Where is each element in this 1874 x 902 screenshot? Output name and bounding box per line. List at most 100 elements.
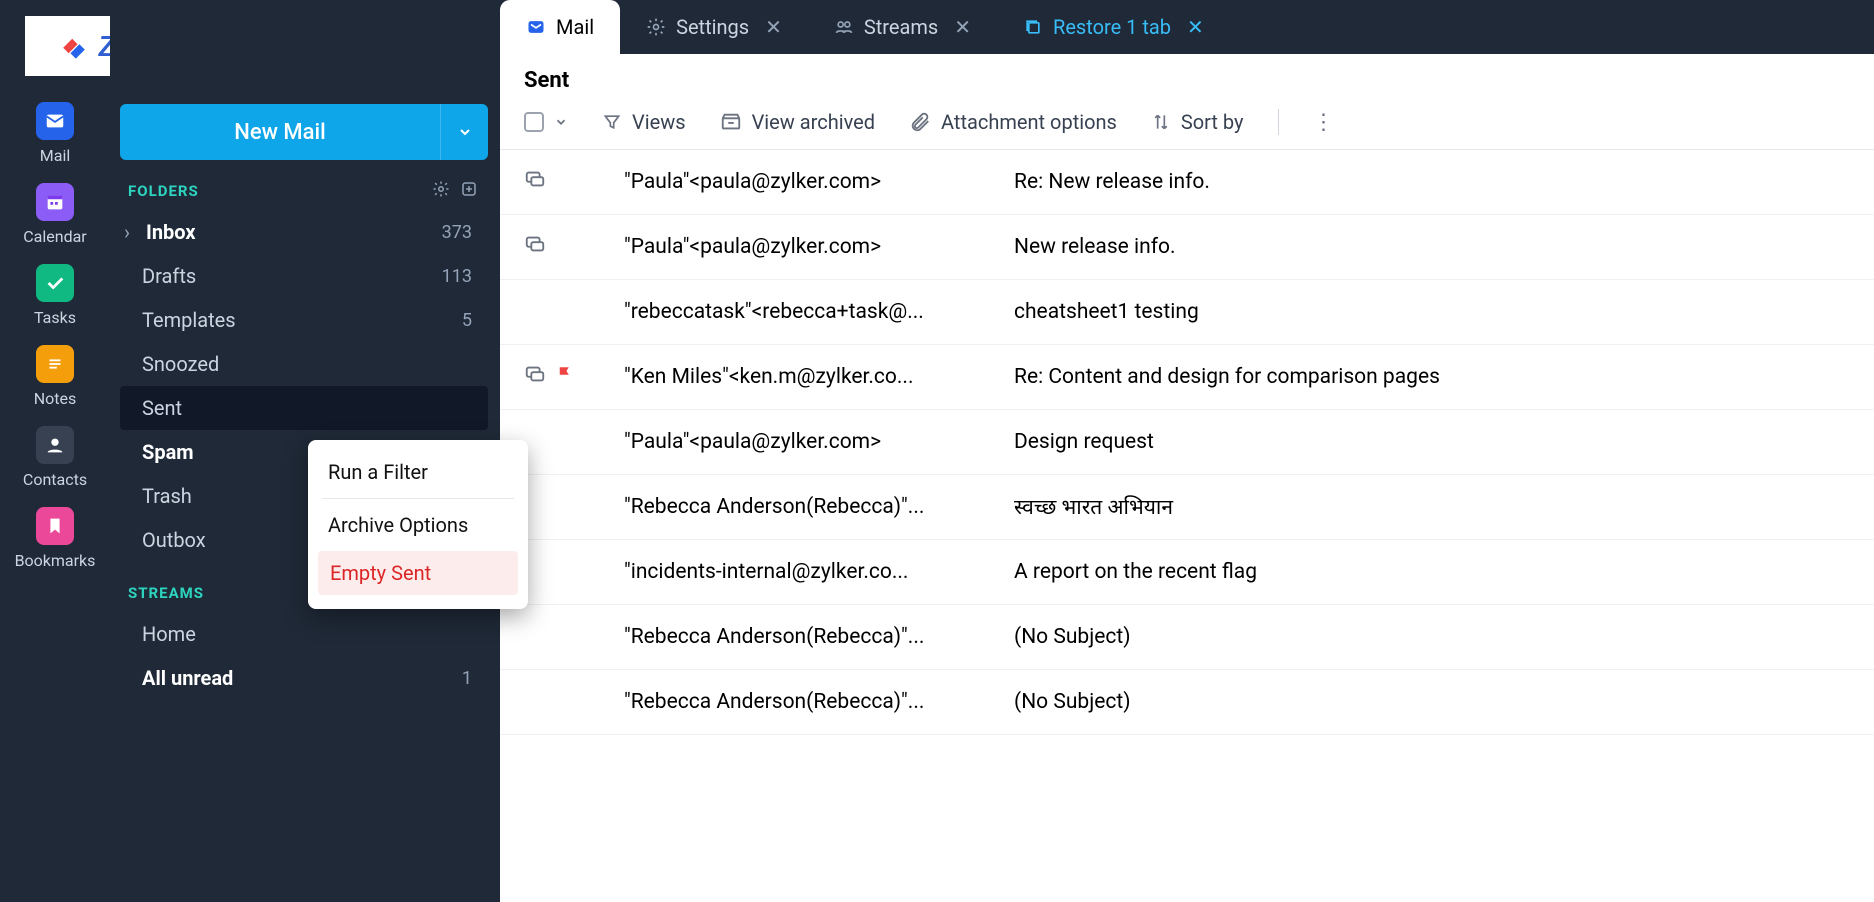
- rail-bookmarks[interactable]: Bookmarks: [15, 507, 96, 570]
- folder-count: 1: [462, 668, 472, 689]
- folder-item-sent[interactable]: Sent: [120, 386, 488, 430]
- contacts-icon: [36, 426, 74, 464]
- rail-tasks[interactable]: Tasks: [34, 264, 76, 327]
- streams-icon: [834, 17, 854, 37]
- sort-by-label: Sort by: [1181, 110, 1244, 134]
- mail-from: "Paula"<paula@zylker.com>: [624, 430, 1014, 454]
- sort-by-button[interactable]: Sort by: [1151, 110, 1244, 134]
- tab-streams-label: Streams: [864, 15, 938, 39]
- mail-row[interactable]: "Rebecca Anderson(Rebecca)"...(No Subjec…: [500, 670, 1874, 735]
- mail-subject: Design request: [1014, 430, 1874, 454]
- select-all[interactable]: [524, 112, 568, 132]
- mail-tab-icon: [526, 17, 546, 37]
- folder-item-all-unread[interactable]: All unread 1: [120, 656, 488, 700]
- chevron-right-icon: ›: [124, 220, 142, 244]
- conversation-icon: [524, 233, 546, 261]
- mail-from: "rebeccatask"<rebecca+task@...: [624, 300, 1014, 324]
- rail-tasks-label: Tasks: [34, 308, 76, 327]
- rail-mail[interactable]: Mail: [36, 102, 74, 165]
- view-archived-label: View archived: [752, 110, 875, 134]
- attachment-icon: [909, 111, 931, 133]
- tab-restore[interactable]: Restore 1 tab ✕: [997, 0, 1230, 54]
- folder-name: Drafts: [142, 264, 196, 288]
- row-icons: [524, 363, 624, 391]
- page-title: Sent: [500, 54, 1874, 99]
- streams-title: STREAMS: [128, 584, 204, 602]
- stream-list: Home All unread 1: [120, 612, 488, 700]
- mail-row[interactable]: "Rebecca Anderson(Rebecca)"...स्वच्छ भार…: [500, 475, 1874, 540]
- ctx-run-filter[interactable]: Run a Filter: [308, 450, 528, 494]
- folder-item-drafts[interactable]: Drafts 113: [120, 254, 488, 298]
- folder-item-home[interactable]: Home: [120, 612, 488, 656]
- mail-subject: (No Subject): [1014, 625, 1874, 649]
- folder-count: 113: [442, 266, 472, 287]
- close-icon[interactable]: ✕: [1187, 15, 1204, 39]
- checkbox-icon: [524, 112, 544, 132]
- conversation-icon: [524, 363, 546, 391]
- ctx-archive-options[interactable]: Archive Options: [308, 503, 528, 547]
- close-icon[interactable]: ✕: [765, 15, 782, 39]
- tab-settings[interactable]: Settings ✕: [620, 0, 808, 54]
- mail-row[interactable]: "Paula"<paula@zylker.com>Re: New release…: [500, 150, 1874, 215]
- tab-streams[interactable]: Streams ✕: [808, 0, 997, 54]
- sort-icon: [1151, 112, 1171, 132]
- folder-name: Home: [142, 622, 196, 646]
- folder-item-templates[interactable]: Templates 5: [120, 298, 488, 342]
- mail-subject: स्वच्छ भारत अभियान: [1014, 493, 1874, 521]
- add-folder-icon[interactable]: [460, 180, 478, 202]
- mail-from: "incidents-internal@zylker.co...: [624, 560, 1014, 584]
- tab-restore-label: Restore 1 tab: [1053, 15, 1171, 39]
- folder-name: Sent: [142, 396, 182, 420]
- mail-row[interactable]: "Ken Miles"<ken.m@zylker.co...Re: Conten…: [500, 345, 1874, 410]
- mail-row[interactable]: "incidents-internal@zylker.co...A report…: [500, 540, 1874, 605]
- mail-subject: New release info.: [1014, 235, 1874, 259]
- folder-count: 5: [462, 310, 472, 331]
- new-mail: New Mail: [120, 104, 488, 160]
- mail-row[interactable]: "Rebecca Anderson(Rebecca)"...(No Subjec…: [500, 605, 1874, 670]
- more-options-icon[interactable]: ⋮: [1313, 110, 1335, 135]
- folders-title: FOLDERS: [128, 182, 199, 200]
- view-archived-button[interactable]: View archived: [720, 110, 875, 134]
- mail-from: "Rebecca Anderson(Rebecca)"...: [624, 690, 1014, 714]
- mail-from: "Rebecca Anderson(Rebecca)"...: [624, 625, 1014, 649]
- notes-icon: [36, 345, 74, 383]
- views-button[interactable]: Views: [602, 110, 686, 134]
- tab-settings-label: Settings: [676, 15, 749, 39]
- divider: [322, 498, 514, 499]
- gear-icon[interactable]: [432, 180, 450, 202]
- mail-icon: [36, 102, 74, 140]
- folder-name: All unread: [142, 666, 233, 690]
- folder-name: Trash: [142, 484, 192, 508]
- tab-mail[interactable]: Mail: [500, 0, 620, 54]
- mail-subject: Re: New release info.: [1014, 170, 1874, 194]
- folder-name: Templates: [142, 308, 236, 332]
- rail-notes[interactable]: Notes: [34, 345, 77, 408]
- mail-row[interactable]: "rebeccatask"<rebecca+task@...cheatsheet…: [500, 280, 1874, 345]
- rail-calendar[interactable]: Calendar: [23, 183, 86, 246]
- filter-icon: [602, 112, 622, 132]
- folder-name: Snoozed: [142, 352, 219, 376]
- row-icons: [524, 233, 624, 261]
- row-icons: [524, 168, 624, 196]
- chevron-down-icon: [457, 124, 473, 140]
- rail-contacts[interactable]: Contacts: [23, 426, 87, 489]
- folder-item-inbox[interactable]: ›Inbox373: [120, 210, 488, 254]
- attachment-options-label: Attachment options: [941, 110, 1117, 134]
- mail-from: "Paula"<paula@zylker.com>: [624, 235, 1014, 259]
- close-icon[interactable]: ✕: [954, 15, 971, 39]
- tab-mail-label: Mail: [556, 15, 594, 39]
- attachment-options-button[interactable]: Attachment options: [909, 110, 1117, 134]
- tasks-icon: [36, 264, 74, 302]
- archive-icon: [720, 111, 742, 133]
- mail-row[interactable]: "Paula"<paula@zylker.com>New release inf…: [500, 215, 1874, 280]
- folder-item-snoozed[interactable]: Snoozed: [120, 342, 488, 386]
- mail-row[interactable]: "Paula"<paula@zylker.com>Design request: [500, 410, 1874, 475]
- conversation-icon: [524, 168, 546, 196]
- new-mail-button[interactable]: New Mail: [120, 104, 440, 160]
- restore-icon: [1023, 17, 1043, 37]
- main-pane: Mail Settings ✕ Streams ✕ Restore 1 tab …: [500, 0, 1874, 902]
- ctx-empty-sent[interactable]: Empty Sent: [318, 551, 518, 595]
- new-mail-dropdown[interactable]: [440, 104, 488, 160]
- rail-bookmarks-label: Bookmarks: [15, 551, 96, 570]
- mail-from: "Rebecca Anderson(Rebecca)"...: [624, 495, 1014, 519]
